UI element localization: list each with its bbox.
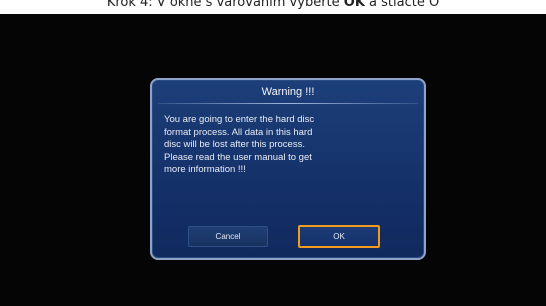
message-line: format process. All data in this hard — [164, 126, 313, 138]
caption-bold-ok: OK — [343, 0, 365, 10]
message-line: more information !!! — [164, 164, 246, 176]
dialog-title: Warning !!! — [261, 86, 315, 98]
tv-screen: Warning !!! You are going to enter the h… — [0, 14, 546, 306]
title-divider — [158, 103, 418, 104]
message-line: disc will be lost after this process. — [164, 139, 305, 151]
cancel-button[interactable]: Cancel — [188, 226, 268, 247]
dialog-message: You are going to enter the hard disc for… — [164, 114, 370, 177]
ok-button[interactable]: OK — [298, 225, 380, 248]
warning-dialog: Warning !!! You are going to enter the h… — [150, 78, 426, 260]
message-line: Please read the user manual to get — [164, 151, 312, 163]
caption-suffix: a stlačte O — [364, 0, 440, 10]
caption-prefix: Krok 4: V okně s varováním vyberte — [106, 0, 344, 10]
instruction-caption: Krok 4: V okně s varováním vyberte OK a … — [0, 0, 546, 14]
message-line: You are going to enter the hard disc — [164, 114, 315, 125]
